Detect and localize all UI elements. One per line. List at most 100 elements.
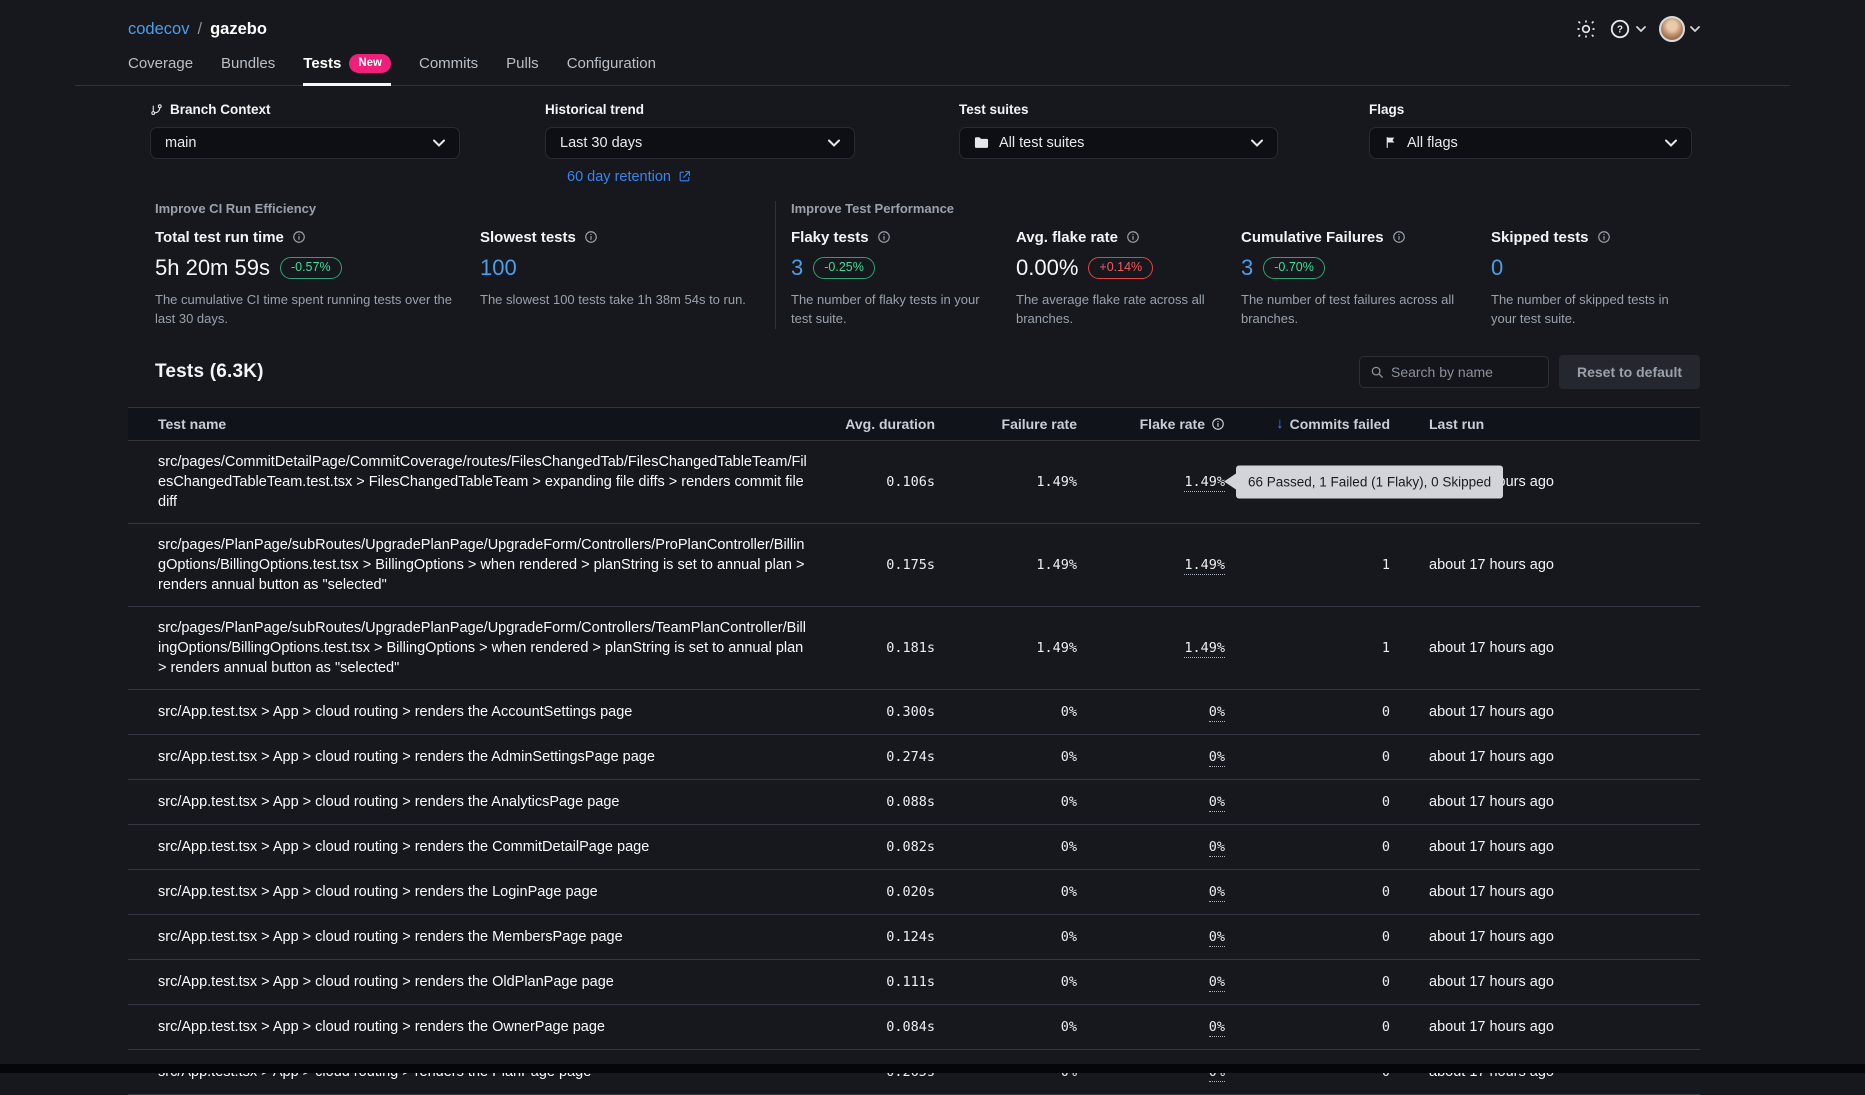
test-name: src/pages/PlanPage/subRoutes/UpgradePlan… <box>158 524 835 606</box>
chevron-down-icon <box>1665 139 1677 147</box>
last-run: about 17 hours ago <box>1390 704 1700 720</box>
metric-value[interactable]: 0 <box>1491 255 1503 281</box>
failure-rate: 0% <box>935 839 1077 855</box>
flake-rate: 1.49% <box>1077 557 1225 573</box>
table-row: src/App.test.tsx > App > cloud routing >… <box>128 915 1700 960</box>
tab-configuration[interactable]: Configuration <box>567 54 656 86</box>
metric-description: The average flake rate across all branch… <box>1016 290 1225 329</box>
historical-trend-label: Historical trend <box>545 102 855 117</box>
commits-failed: 0 <box>1225 839 1390 855</box>
flags-select[interactable]: All flags <box>1369 127 1692 159</box>
info-icon[interactable] <box>877 230 891 244</box>
failure-rate: 0% <box>935 704 1077 720</box>
flake-rate-value[interactable]: 0% <box>1209 749 1225 767</box>
metric-value: 0.00% <box>1016 255 1078 281</box>
delta-pill: -0.57% <box>280 257 342 279</box>
metric-title: Avg. flake rate <box>1016 229 1225 246</box>
help-menu-button[interactable]: ? <box>1609 18 1646 40</box>
last-run: about 17 hours ago <box>1390 974 1700 990</box>
metrics-divider <box>775 201 776 329</box>
sort-desc-icon: ↓ <box>1276 415 1284 432</box>
commits-failed: 0 <box>1225 1019 1390 1035</box>
metric-total-test-run-time: Total test run time 5h 20m 59s-0.57% The… <box>155 229 480 329</box>
metrics-group-efficiency: Improve CI Run Efficiency Total test run… <box>155 201 775 329</box>
table-row: src/pages/CommitDetailPage/CommitCoverag… <box>128 441 1700 524</box>
metric-description: The number of test failures across all b… <box>1241 290 1475 329</box>
breadcrumb-org-link[interactable]: codecov <box>128 20 189 39</box>
info-icon[interactable] <box>584 230 598 244</box>
chevron-down-icon <box>433 139 445 147</box>
branch-context-label: Branch Context <box>150 102 460 117</box>
flake-rate-value[interactable]: 0% <box>1209 974 1225 992</box>
column-commits-failed[interactable]: ↓ Commits failed <box>1225 415 1390 432</box>
reset-to-default-button[interactable]: Reset to default <box>1559 355 1700 389</box>
metric-value[interactable]: 3 <box>791 255 803 281</box>
flake-rate-value[interactable]: 0% <box>1209 704 1225 722</box>
table-row: src/pages/PlanPage/subRoutes/UpgradePlan… <box>128 607 1700 690</box>
test-name: src/App.test.tsx > App > cloud routing >… <box>158 871 835 913</box>
column-flake-rate[interactable]: Flake rate <box>1077 416 1225 432</box>
tab-bundles[interactable]: Bundles <box>221 54 275 86</box>
flake-rate: 0% <box>1077 974 1225 990</box>
filters-row: Branch Context main Historical trend Las… <box>150 102 1700 159</box>
repo-tab-bar: Coverage Bundles TestsNew Commits Pulls Confi… <box>128 54 1700 86</box>
flake-rate-value[interactable]: 1.49% <box>1184 474 1225 492</box>
tab-pulls[interactable]: Pulls <box>506 54 539 86</box>
flake-rate: 0% <box>1077 884 1225 900</box>
info-icon[interactable] <box>1211 417 1225 431</box>
commits-failed: 1 <box>1225 640 1390 656</box>
last-run: about 17 hours ago <box>1390 884 1700 900</box>
failure-rate: 0% <box>935 974 1077 990</box>
failure-rate: 0% <box>935 1019 1077 1035</box>
info-icon[interactable] <box>1392 230 1406 244</box>
folder-icon <box>974 136 989 149</box>
flake-rate-value[interactable]: 1.49% <box>1184 557 1225 575</box>
retention-link[interactable]: 60 day retention <box>567 169 691 185</box>
metric-flaky-tests: Flaky tests 3-0.25% The number of flaky … <box>791 229 1016 329</box>
tab-commits[interactable]: Commits <box>419 54 478 86</box>
metric-value[interactable]: 3 <box>1241 255 1253 281</box>
tab-tests[interactable]: TestsNew <box>303 54 391 86</box>
flake-rate-value[interactable]: 0% <box>1209 1019 1225 1037</box>
table-row: src/App.test.tsx > App > cloud routing >… <box>128 1005 1700 1050</box>
app-header: codecov / gazebo ? <box>128 0 1700 46</box>
commits-failed: 0 <box>1225 704 1390 720</box>
avg-duration: 0.082s <box>835 839 935 855</box>
avg-duration: 0.106s <box>835 474 935 490</box>
commits-failed: 0 <box>1225 749 1390 765</box>
flake-rate-value[interactable]: 0% <box>1209 929 1225 947</box>
delta-pill: -0.70% <box>1263 257 1325 279</box>
info-icon[interactable] <box>1126 230 1140 244</box>
column-test-name[interactable]: Test name <box>158 416 835 432</box>
user-menu-button[interactable] <box>1659 16 1700 42</box>
flake-rate: 0% <box>1077 1019 1225 1035</box>
info-icon[interactable] <box>1597 230 1611 244</box>
column-avg-duration[interactable]: Avg. duration <box>835 416 935 432</box>
failure-rate: 0% <box>935 929 1077 945</box>
flake-rate-value[interactable]: 0% <box>1209 794 1225 812</box>
test-suites-select[interactable]: All test suites <box>959 127 1278 159</box>
tab-coverage[interactable]: Coverage <box>128 54 193 86</box>
flake-rate-value[interactable]: 0% <box>1209 884 1225 902</box>
last-run: about 17 hours ago <box>1390 1019 1700 1035</box>
table-header-row: Test name Avg. duration Failure rate Fla… <box>128 407 1700 441</box>
tests-page: codecov / gazebo ? <box>0 0 1865 1095</box>
chevron-down-icon <box>1251 139 1263 147</box>
last-run: about 17 hours ago <box>1390 557 1700 573</box>
test-suites-label: Test suites <box>959 102 1278 117</box>
column-failure-rate[interactable]: Failure rate <box>935 416 1077 432</box>
svg-text:?: ? <box>1617 25 1623 36</box>
metric-description: The cumulative CI time spent running tes… <box>155 290 464 329</box>
table-body: src/pages/CommitDetailPage/CommitCoverag… <box>128 441 1700 1095</box>
metric-value[interactable]: 100 <box>480 255 517 281</box>
table-row: src/App.test.tsx > App > cloud routing >… <box>128 780 1700 825</box>
metric-title: Skipped tests <box>1491 229 1677 246</box>
flake-rate-value[interactable]: 0% <box>1209 839 1225 857</box>
search-input[interactable] <box>1391 364 1538 380</box>
theme-toggle-button[interactable] <box>1576 19 1596 39</box>
historical-trend-select[interactable]: Last 30 days <box>545 127 855 159</box>
flake-rate-value[interactable]: 1.49% <box>1184 640 1225 658</box>
branch-select[interactable]: main <box>150 127 460 159</box>
column-last-run[interactable]: Last run <box>1390 416 1700 432</box>
info-icon[interactable] <box>292 230 306 244</box>
